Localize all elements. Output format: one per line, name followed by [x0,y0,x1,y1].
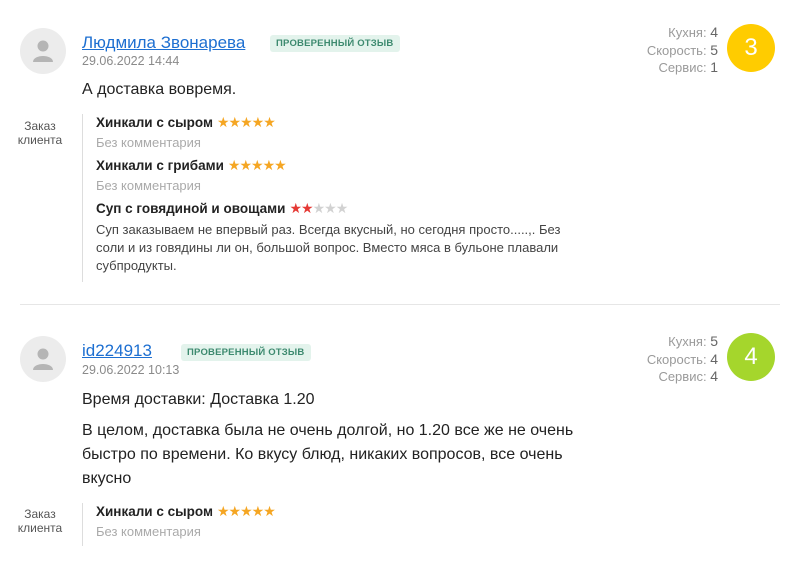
speed-label: Скорость: [646,351,707,367]
review-text: В целом, доставка была не очень долгой, … [82,422,574,487]
order-label: Заказ клиента [17,119,63,147]
star-empty-icon: ★ [335,200,349,216]
rating-breakdown: Кухня: 5 Скорость: 4 Сервис: 4 [647,333,718,386]
service-label: Сервис: [658,60,707,75]
order-item: Суп с говядиной и овощами ★★★★★ Суп заказ… [96,200,576,275]
star-rating: ★★★★★ [227,157,287,174]
avatar[interactable] [20,336,66,382]
overall-score-badge: 3 [727,24,775,72]
star-filled-icon: ★ [274,157,287,173]
kitchen-label: Кухня: [668,334,707,349]
kitchen-rating: 5 [710,333,718,349]
verified-badge: ПРОВЕРЕННЫЙ ОТЗЫВ [270,35,400,52]
star-rating: ★★★★★ [289,200,349,217]
star-filled-icon: ★ [263,114,276,130]
order-item: Хинкали с грибами ★★★★★ Без комментария [96,157,576,193]
author-name-link[interactable]: id224913 [82,341,152,361]
kitchen-label: Кухня: [668,25,707,40]
author-name-link[interactable]: Людмила Звонарева [82,33,245,53]
order-list: Хинкали с сыром ★★★★★ Без комментария Хин… [82,114,576,282]
overall-score-badge: 4 [727,333,775,381]
star-filled-icon: ★ [239,157,252,173]
dish-comment: Без комментария [96,135,201,150]
star-filled-icon: ★ [227,157,241,173]
service-rating: 4 [710,368,718,384]
verified-badge: ПРОВЕРЕННЫЙ ОТЗЫВ [181,344,311,361]
rating-breakdown: Кухня: 4 Скорость: 5 Сервис: 1 [647,24,718,77]
star-filled-icon: ★ [263,503,276,519]
speed-rating: 4 [710,350,718,367]
star-filled-icon: ★ [228,503,242,519]
star-filled-icon: ★ [216,114,230,130]
star-filled-icon: ★ [216,503,230,519]
star-filled-icon: ★ [240,503,253,519]
kitchen-rating: 4 [710,24,718,40]
dish-comment: Без комментария [96,524,201,539]
order-list: Хинкали с сыром ★★★★★ Без комментария [82,503,276,546]
star-rating: ★★★★★ [216,114,276,131]
speed-label: Скорость: [646,42,707,58]
dish-name: Суп с говядиной и овощами [96,201,286,216]
star-empty-icon: ★ [324,200,337,216]
star-filled-icon: ★ [251,114,265,130]
order-item: Хинкали с сыром ★★★★★ Без комментария [96,114,576,150]
review-date: 29.06.2022 14:44 [82,54,180,68]
avatar[interactable] [20,28,66,74]
speed-rating: 5 [710,41,718,58]
dish-name: Хинкали с сыром [96,115,213,130]
star-filled-icon: ★ [251,157,264,173]
user-icon [33,40,53,62]
star-filled-icon: ★ [262,157,276,173]
star-filled-icon: ★ [228,114,242,130]
review-text: Время доставки: Доставка 1.20 [82,391,315,408]
dish-comment: Без комментария [96,178,201,193]
star-rating: ★★★★★ [216,503,276,520]
review-date: 29.06.2022 10:13 [82,363,180,377]
star-filled-icon: ★ [301,200,314,216]
user-icon [33,348,53,370]
review-text: А доставка вовремя. [82,81,237,98]
dish-name: Хинкали с сыром [96,504,213,519]
star-filled-icon: ★ [251,503,265,519]
order-label: Заказ клиента [17,507,63,535]
dish-comment: Суп заказываем не впервый раз. Всегда вк… [96,222,561,273]
service-label: Сервис: [658,369,707,384]
review-divider [20,304,780,305]
star-filled-icon: ★ [289,200,302,216]
service-rating: 1 [710,59,718,75]
order-item: Хинкали с сыром ★★★★★ Без комментария [96,503,276,539]
star-empty-icon: ★ [312,200,326,216]
dish-name: Хинкали с грибами [96,158,224,173]
star-filled-icon: ★ [240,114,253,130]
